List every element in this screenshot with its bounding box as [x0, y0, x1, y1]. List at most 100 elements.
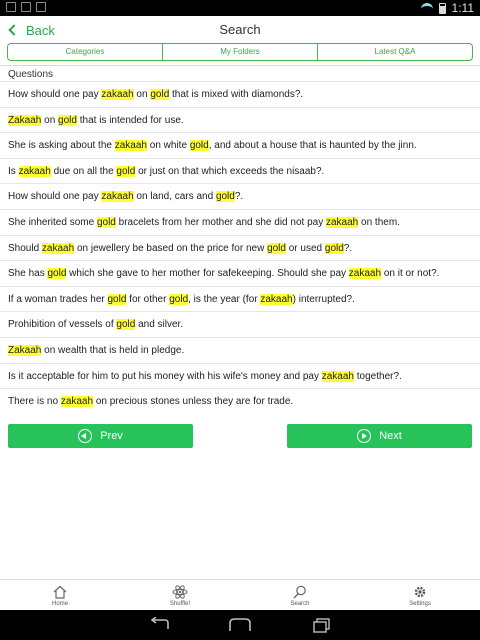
chevron-left-icon — [8, 24, 20, 36]
highlighted-term: gold — [58, 114, 77, 126]
list-item[interactable]: Is zakaah due on all the gold or just on… — [0, 157, 480, 184]
question-text: She is asking about the — [8, 140, 115, 152]
gear-icon — [414, 586, 426, 598]
highlighted-term: zakaah — [18, 165, 51, 177]
question-text: on white — [147, 140, 190, 152]
question-text: on precious stones unless they are for t… — [93, 396, 294, 408]
question-text: on them. — [358, 216, 400, 228]
question-text: ?. — [234, 191, 244, 203]
question-text: that is intended for use. — [76, 114, 184, 126]
list-item[interactable]: Zakaah on gold that is intended for use. — [0, 106, 480, 133]
question-text: ?. — [343, 242, 353, 254]
bottom-nav-label: Search — [290, 601, 310, 607]
bottom-nav-settings[interactable]: Settings — [360, 580, 480, 610]
action-bar: Back Search — [0, 16, 480, 44]
highlighted-term: zakaah — [348, 268, 382, 280]
nav-recent-apps-icon[interactable] — [308, 617, 336, 633]
highlighted-term: zakaah — [260, 293, 293, 305]
prev-label: Prev — [100, 430, 123, 442]
highlighted-term: zakaah — [60, 396, 94, 408]
highlighted-term: zakaah — [325, 216, 359, 228]
question-text: together?. — [353, 370, 402, 382]
highlighted-term: zakaah — [101, 89, 134, 100]
battery-icon — [438, 2, 446, 14]
question-text: She inherited some — [8, 216, 97, 228]
question-text: She has — [8, 268, 48, 280]
question-text: How should one pay — [8, 89, 102, 100]
list-item[interactable]: Should zakaah on jewellery be based on t… — [0, 234, 480, 261]
bottom-nav-home[interactable]: Home — [0, 580, 120, 610]
question-text: Is it acceptable for him to put his mone… — [8, 370, 322, 382]
back-label: Back — [26, 22, 55, 38]
search-icon — [293, 585, 306, 599]
question-text: Is — [8, 165, 19, 177]
gmail-icon — [6, 2, 16, 12]
bottom-nav-shuffle[interactable]: Shuffle! — [120, 580, 240, 610]
question-text: , is the year (for — [188, 293, 261, 305]
question-text: on wealth that is held in pledge. — [41, 344, 185, 356]
divider — [0, 65, 480, 66]
question-text: due on all the — [50, 165, 117, 177]
question-text: and silver. — [135, 319, 184, 331]
question-text: that is mixed with diamonds?. — [169, 89, 304, 100]
highlighted-term: gold — [47, 268, 67, 280]
status-bar: 1:11 — [0, 0, 480, 16]
question-text: or just on that which exceeds the nisaab… — [135, 165, 325, 177]
highlighted-term: gold — [116, 319, 136, 331]
list-item[interactable]: Prohibition of vessels of gold and silve… — [0, 311, 480, 337]
list-item[interactable]: How should one pay zakaah on gold that i… — [0, 81, 480, 107]
tab-categories[interactable]: Categories — [8, 44, 163, 60]
list-item[interactable]: There is no zakaah on precious stones un… — [0, 388, 480, 414]
prev-button[interactable]: Prev — [8, 424, 193, 448]
question-text: There is no — [8, 396, 61, 408]
section-title: Questions — [8, 69, 54, 80]
highlighted-term: gold — [96, 216, 116, 228]
status-time: 1:11 — [451, 1, 474, 15]
question-text: bracelets from her mother and she did no… — [115, 216, 326, 228]
highlighted-term: gold — [324, 242, 344, 254]
highlighted-term: gold — [107, 293, 127, 305]
page-title: Search — [219, 22, 261, 37]
question-text: on it or not?. — [381, 268, 440, 280]
prev-icon — [78, 429, 93, 443]
bottom-nav-label: Home — [51, 601, 68, 607]
highlighted-term: Zakaah — [8, 344, 42, 356]
question-text: for other — [126, 293, 170, 305]
highlighted-term: gold — [116, 165, 136, 177]
highlighted-term: zakaah — [114, 140, 147, 152]
list-item[interactable]: Is it acceptable for him to put his mone… — [0, 362, 480, 389]
question-text: which she gave to her mother for safekee… — [66, 268, 349, 280]
highlighted-term: zakaah — [321, 370, 354, 382]
question-text: If a woman trades her — [8, 293, 108, 305]
list-item[interactable]: How should one pay zakaah on land, cars … — [0, 183, 480, 209]
list-item[interactable]: She inherited some gold bracelets from h… — [0, 208, 480, 235]
question-text: , and about a house that is haunted by t… — [208, 140, 417, 152]
tab-my-folders[interactable]: My Folders — [163, 44, 318, 60]
highlighted-term: gold — [189, 140, 209, 152]
question-text: How should one pay — [8, 191, 102, 203]
download-icon — [36, 2, 46, 12]
list-item[interactable]: Zakaah on wealth that is held in pledge. — [0, 336, 480, 363]
segmented-tabs: Categories My Folders Latest Q&A — [7, 43, 473, 61]
highlighted-term: gold — [267, 242, 286, 254]
highlighted-term: Zakaah — [8, 114, 42, 126]
wifi-icon — [420, 3, 433, 13]
highlighted-term: zakaah — [41, 242, 75, 254]
screen: 1:11 Back Search Categories My Folders L… — [0, 0, 480, 640]
list-item[interactable]: If a woman trades her gold for other gol… — [0, 285, 480, 312]
question-text: Should — [8, 242, 42, 254]
list-item[interactable]: She has gold which she gave to her mothe… — [0, 260, 480, 286]
question-text: or used — [285, 242, 325, 254]
question-text: on — [41, 114, 59, 126]
bottom-nav-label: Settings — [409, 601, 431, 607]
image-icon — [21, 2, 31, 12]
system-navigation-bar — [0, 610, 480, 640]
list-item[interactable]: She is asking about the zakaah on white … — [0, 132, 480, 158]
nav-home-icon[interactable] — [226, 617, 254, 633]
nav-back-icon[interactable] — [146, 617, 174, 633]
bottom-nav-search[interactable]: Search — [240, 580, 360, 610]
tab-latest-qa[interactable]: Latest Q&A — [318, 44, 472, 60]
next-button[interactable]: Next — [287, 424, 472, 448]
back-button[interactable]: Back — [4, 19, 55, 41]
bottom-tab-bar: Home Shuffle! Search Settings — [0, 579, 480, 610]
